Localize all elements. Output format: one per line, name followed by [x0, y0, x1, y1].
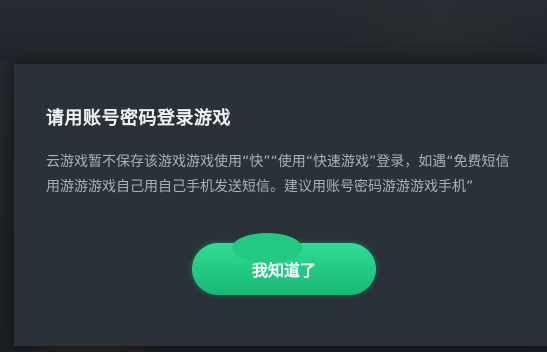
- background-top-strip: [0, 0, 547, 62]
- login-notice-dialog: 请用账号密码登录游戏 云游戏暂不保存该游戏游戏使用“快”“使用“快速游戏”登录，…: [14, 64, 547, 346]
- confirm-button[interactable]: 我知道了: [192, 233, 376, 295]
- dialog-title: 请用账号密码登录游戏: [46, 108, 231, 129]
- confirm-button-label: 我知道了: [251, 261, 316, 280]
- dialog-message: 云游戏暂不保存该游戏游戏使用“快”“使用“快速游戏”登录，如遇“免费短信用游游游…: [46, 154, 510, 195]
